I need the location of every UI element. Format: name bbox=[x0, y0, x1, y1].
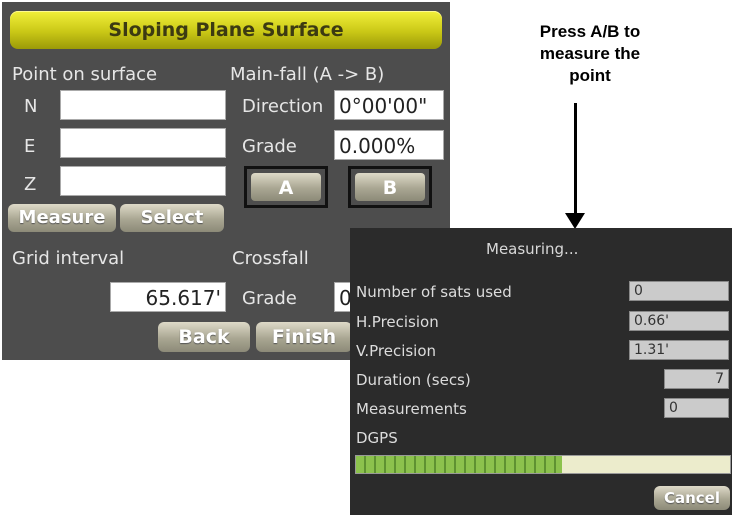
grid-interval-label: Grid interval bbox=[12, 248, 125, 269]
annotation-arrow-head bbox=[565, 213, 585, 229]
measurements-label: Measurements bbox=[356, 400, 467, 418]
grid-interval-field[interactable]: 65.617' bbox=[110, 282, 226, 312]
hprecision-value: 0.66' bbox=[629, 311, 729, 331]
title-bar: Sloping Plane Surface bbox=[10, 11, 442, 49]
hprecision-label: H.Precision bbox=[356, 313, 439, 331]
duration-label: Duration (secs) bbox=[356, 371, 471, 389]
duration-value: 7 bbox=[664, 369, 729, 389]
dgps-mode-label: DGPS bbox=[356, 429, 398, 447]
measurements-value: 0 bbox=[664, 398, 729, 418]
b-button[interactable]: B bbox=[355, 173, 425, 201]
n-label: N bbox=[24, 96, 38, 117]
a-point-frame: A bbox=[244, 166, 328, 208]
northing-field[interactable] bbox=[60, 90, 226, 120]
window-title: Sloping Plane Surface bbox=[108, 19, 344, 41]
elevation-field[interactable] bbox=[60, 166, 226, 196]
crossfall-grade-label: Grade bbox=[242, 288, 297, 309]
point-on-surface-label: Point on surface bbox=[12, 64, 158, 85]
cancel-button[interactable]: Cancel bbox=[654, 486, 730, 510]
annotation-arrow-shaft bbox=[574, 103, 577, 215]
select-button[interactable]: Select bbox=[120, 204, 224, 232]
grade-field[interactable]: 0.000% bbox=[334, 130, 444, 160]
dialog-title: Measuring... bbox=[486, 240, 579, 258]
annotation-line-2: measure the bbox=[539, 44, 641, 63]
annotation-line-3: point bbox=[569, 66, 611, 85]
measure-button[interactable]: Measure bbox=[8, 204, 116, 232]
direction-field[interactable]: 0°00'00" bbox=[334, 90, 444, 120]
annotation-callout: Press A/B to measure the point bbox=[485, 21, 695, 87]
back-button[interactable]: Back bbox=[158, 322, 250, 352]
finish-button[interactable]: Finish bbox=[256, 322, 352, 352]
sats-value: 0 bbox=[629, 281, 729, 301]
measure-progress-fill bbox=[356, 456, 562, 473]
mainfall-label: Main-fall (A -> B) bbox=[230, 64, 385, 85]
grade-label: Grade bbox=[242, 136, 297, 157]
easting-field[interactable] bbox=[60, 128, 226, 158]
e-label: E bbox=[24, 136, 36, 157]
annotation-line-1: Press A/B to bbox=[539, 22, 641, 41]
sats-label: Number of sats used bbox=[356, 283, 512, 301]
a-button[interactable]: A bbox=[251, 173, 321, 201]
measure-progress-bar bbox=[355, 455, 731, 474]
vprecision-label: V.Precision bbox=[356, 342, 437, 360]
direction-label: Direction bbox=[242, 96, 324, 117]
vprecision-value: 1.31' bbox=[629, 340, 729, 360]
z-label: Z bbox=[24, 174, 37, 195]
crossfall-label: Crossfall bbox=[232, 248, 309, 269]
b-point-frame: B bbox=[348, 166, 432, 208]
